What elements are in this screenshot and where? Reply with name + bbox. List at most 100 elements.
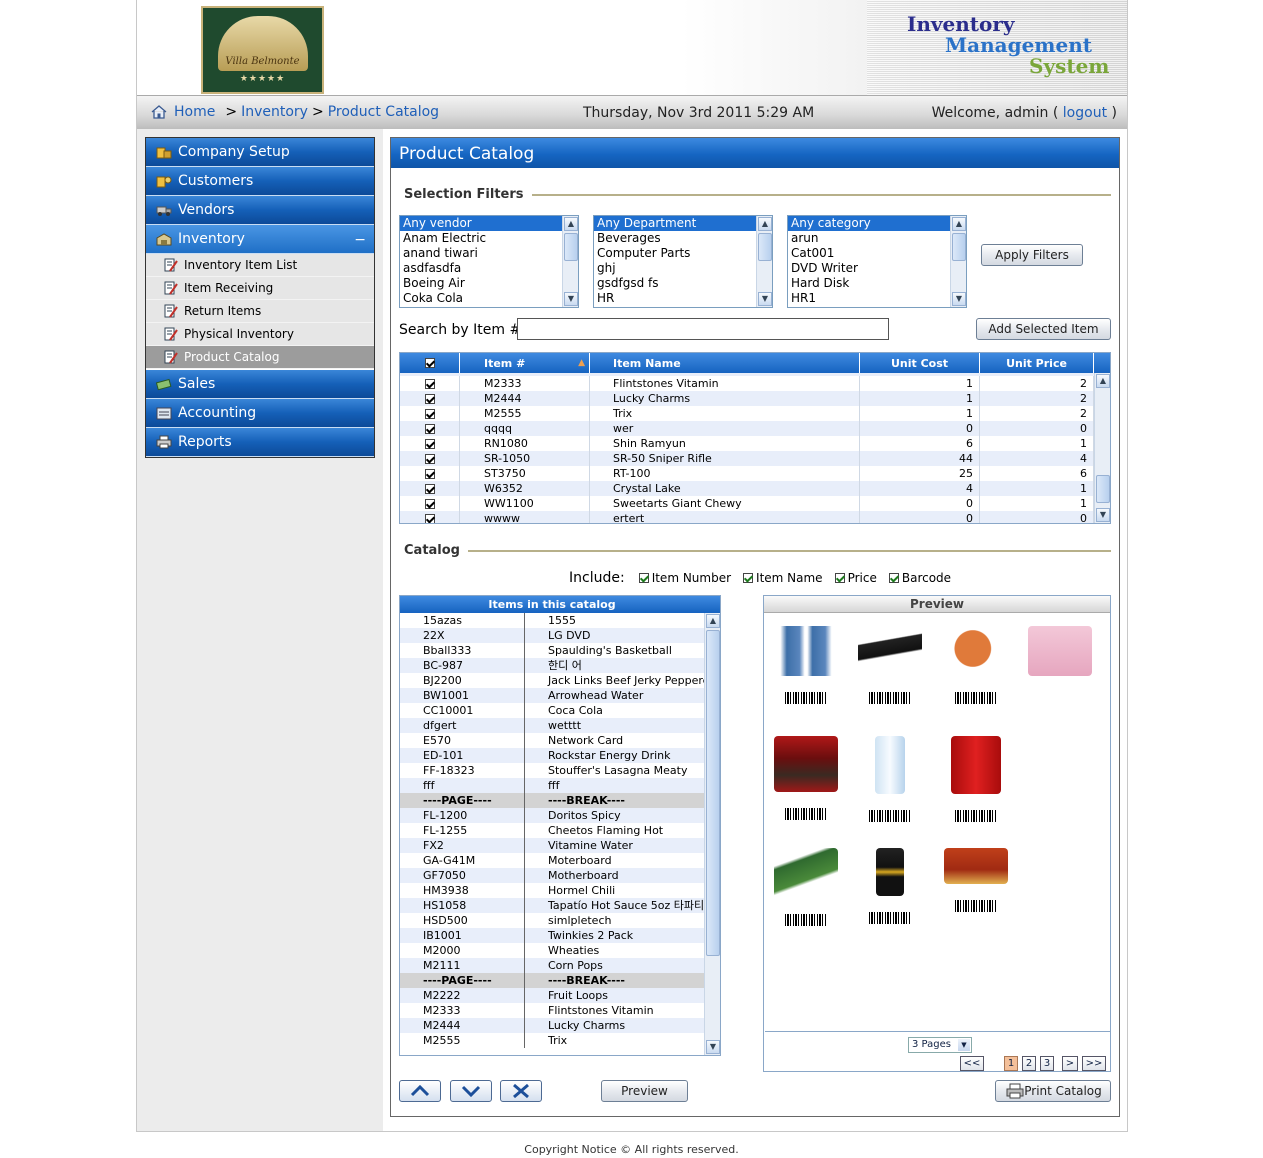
preview-button[interactable]: Preview bbox=[601, 1080, 688, 1102]
row-checkbox[interactable] bbox=[424, 409, 435, 419]
row-checkbox-cell[interactable] bbox=[400, 391, 460, 406]
list-item[interactable]: M2444 Lucky Charms bbox=[400, 1018, 720, 1033]
row-checkbox[interactable] bbox=[424, 424, 435, 434]
row-checkbox[interactable] bbox=[424, 454, 435, 464]
pager-last[interactable]: >> bbox=[1082, 1056, 1106, 1071]
list-item[interactable]: 22X LG DVD bbox=[400, 628, 720, 643]
include-checkbox[interactable] bbox=[834, 573, 845, 583]
grid-scrollbar[interactable]: ▲ ▼ bbox=[1094, 373, 1110, 523]
row-checkbox[interactable] bbox=[424, 514, 435, 523]
vendor-filter-list[interactable]: Any vendor Anam Electric anand tiwari as… bbox=[399, 215, 579, 308]
category-option[interactable]: DVD Writer bbox=[788, 261, 966, 276]
sidebar-item-sales[interactable]: Sales bbox=[146, 370, 374, 399]
list-item[interactable]: Bball333 Spaulding's Basketball bbox=[400, 643, 720, 658]
list-item[interactable]: FL-1200 Doritos Spicy bbox=[400, 808, 720, 823]
vendor-option[interactable]: Coka Cola bbox=[400, 291, 578, 306]
scroll-down-icon[interactable]: ▼ bbox=[706, 1040, 720, 1054]
department-option[interactable]: Any Department bbox=[594, 216, 772, 231]
scroll-up-icon[interactable]: ▲ bbox=[1096, 374, 1110, 388]
row-checkbox-cell[interactable] bbox=[400, 466, 460, 481]
category-filter-list[interactable]: Any category arun Cat001 DVD Writer Hard… bbox=[787, 215, 967, 308]
table-row[interactable]: M2555 Trix 1 2 bbox=[400, 406, 1110, 421]
move-down-button[interactable] bbox=[450, 1080, 492, 1102]
row-checkbox-cell[interactable] bbox=[400, 481, 460, 496]
list-item[interactable]: HS1058 Tapatío Hot Sauce 5oz 타파티오 bbox=[400, 898, 720, 913]
scroll-thumb[interactable] bbox=[758, 233, 772, 261]
move-up-button[interactable] bbox=[399, 1080, 441, 1102]
pager-next[interactable]: > bbox=[1062, 1056, 1078, 1071]
scroll-down-icon[interactable]: ▼ bbox=[564, 292, 578, 306]
vendor-option[interactable]: Anam Electric bbox=[400, 231, 578, 246]
list-item[interactable]: CC10001 Coca Cola bbox=[400, 703, 720, 718]
row-checkbox-cell[interactable] bbox=[400, 451, 460, 466]
list-item[interactable]: BJ2200 Jack Links Beef Jerky Peppered bbox=[400, 673, 720, 688]
logout-link[interactable]: logout bbox=[1063, 105, 1107, 121]
scroll-up-icon[interactable]: ▲ bbox=[706, 614, 720, 628]
list-item[interactable]: IB1001 Twinkies 2 Pack bbox=[400, 928, 720, 943]
category-option[interactable]: arun bbox=[788, 231, 966, 246]
list-item[interactable]: M2222 Fruit Loops bbox=[400, 988, 720, 1003]
page-break-row[interactable]: ----PAGE---- ----BREAK---- bbox=[400, 973, 720, 988]
pager-page-1[interactable]: 1 bbox=[1004, 1056, 1018, 1071]
scrollbar[interactable]: ▲ ▼ bbox=[562, 216, 578, 307]
scroll-up-icon[interactable]: ▲ bbox=[564, 217, 578, 231]
sidebar-item-vendors[interactable]: Vendors bbox=[146, 196, 374, 225]
remove-item-button[interactable] bbox=[500, 1080, 542, 1102]
sidebar-item-inventory[interactable]: Inventory − bbox=[146, 225, 374, 254]
vendor-option[interactable]: anand tiwari bbox=[400, 246, 578, 261]
vendor-option[interactable]: Any vendor bbox=[400, 216, 578, 231]
chevron-down-icon[interactable]: ▼ bbox=[958, 1039, 970, 1051]
catalog-scrollbar[interactable]: ▲ ▼ bbox=[704, 613, 720, 1055]
submenu-physical-inventory[interactable]: Physical Inventory bbox=[146, 323, 374, 346]
include-price[interactable]: Price bbox=[834, 571, 877, 585]
row-checkbox[interactable] bbox=[424, 379, 435, 389]
scroll-thumb[interactable] bbox=[1096, 475, 1110, 503]
department-option[interactable]: HR bbox=[594, 291, 772, 306]
column-header-unit-price[interactable]: Unit Price bbox=[980, 353, 1094, 373]
list-item[interactable]: M2000 Wheaties bbox=[400, 943, 720, 958]
select-all-header[interactable] bbox=[400, 353, 460, 373]
pager-page-2[interactable]: 2 bbox=[1022, 1056, 1036, 1071]
pager-first[interactable]: << bbox=[960, 1056, 984, 1071]
department-option[interactable]: Computer Parts bbox=[594, 246, 772, 261]
list-item[interactable]: M2111 Corn Pops bbox=[400, 958, 720, 973]
category-option[interactable]: Hard Disk bbox=[788, 276, 966, 291]
item-search-input[interactable] bbox=[517, 318, 889, 340]
list-item[interactable]: M2555 Trix bbox=[400, 1033, 720, 1048]
list-item[interactable]: 15azas 1555 bbox=[400, 613, 720, 628]
list-item[interactable]: E570 Network Card bbox=[400, 733, 720, 748]
submenu-return-items[interactable]: Return Items bbox=[146, 300, 374, 323]
page-break-row[interactable]: ----PAGE---- ----BREAK---- bbox=[400, 793, 720, 808]
sidebar-item-company-setup[interactable]: Company Setup bbox=[146, 138, 374, 167]
list-item[interactable]: dfgert wetttt bbox=[400, 718, 720, 733]
include-item-number[interactable]: Item Number bbox=[638, 571, 731, 585]
include-barcode[interactable]: Barcode bbox=[888, 571, 951, 585]
scroll-down-icon[interactable]: ▼ bbox=[1096, 508, 1110, 522]
row-checkbox[interactable] bbox=[424, 439, 435, 449]
department-filter-list[interactable]: Any Department Beverages Computer Parts … bbox=[593, 215, 773, 308]
list-item[interactable]: M2333 Flintstones Vitamin bbox=[400, 1003, 720, 1018]
column-header-unit-cost[interactable]: Unit Cost bbox=[860, 353, 980, 373]
table-row[interactable]: wwww ertert 0 0 bbox=[400, 511, 1110, 523]
scroll-up-icon[interactable]: ▲ bbox=[758, 217, 772, 231]
submenu-product-catalog[interactable]: Product Catalog bbox=[146, 346, 374, 369]
category-option[interactable]: Any category bbox=[788, 216, 966, 231]
scrollbar[interactable]: ▲ ▼ bbox=[950, 216, 966, 307]
list-item[interactable]: HSD500 simlpletech bbox=[400, 913, 720, 928]
collapse-icon[interactable]: − bbox=[354, 232, 366, 248]
column-header-item-name[interactable]: Item Name bbox=[590, 353, 860, 373]
scroll-down-icon[interactable]: ▼ bbox=[952, 292, 966, 306]
scroll-thumb[interactable] bbox=[952, 233, 966, 261]
list-item[interactable]: GA-G41M Moterboard bbox=[400, 853, 720, 868]
add-selected-item-button[interactable]: Add Selected Item bbox=[976, 318, 1111, 340]
table-row[interactable]: SR-1050 SR-50 Sniper Rifle 44 4 bbox=[400, 451, 1110, 466]
scroll-up-icon[interactable]: ▲ bbox=[952, 217, 966, 231]
list-item[interactable]: fff fff bbox=[400, 778, 720, 793]
sidebar-item-reports[interactable]: Reports bbox=[146, 428, 374, 457]
table-row[interactable]: RN1080 Shin Ramyun 6 1 bbox=[400, 436, 1110, 451]
department-option[interactable]: gsdfgsd fs bbox=[594, 276, 772, 291]
sidebar-item-customers[interactable]: Customers bbox=[146, 167, 374, 196]
category-option[interactable]: HR1 bbox=[788, 291, 966, 306]
row-checkbox-cell[interactable] bbox=[400, 436, 460, 451]
row-checkbox-cell[interactable] bbox=[400, 421, 460, 436]
